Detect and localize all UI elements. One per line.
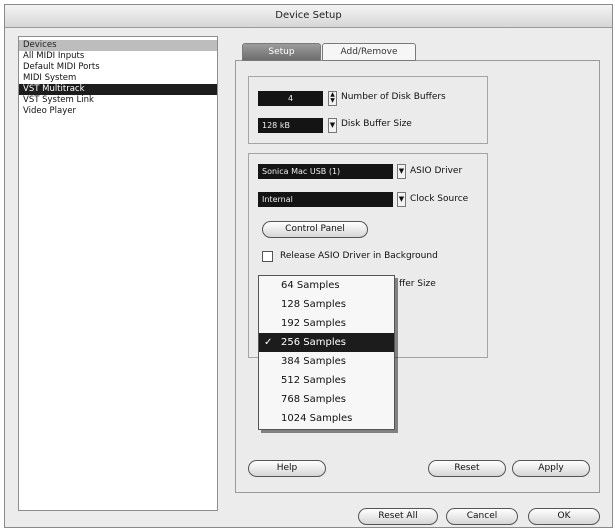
disk-buffer-group xyxy=(248,76,488,144)
cancel-button[interactable]: Cancel xyxy=(446,508,518,525)
buffer-option-label: 1024 Samples xyxy=(281,413,353,424)
device-item-midi-system[interactable]: MIDI System xyxy=(19,73,217,84)
buffer-option[interactable]: 384 Samples xyxy=(259,352,394,371)
device-item-default-midi-ports[interactable]: Default MIDI Ports xyxy=(19,62,217,73)
chevron-down-icon[interactable]: ▼ xyxy=(397,192,406,207)
buffer-size-popup[interactable]: 64 Samples 128 Samples 192 Samples ✓ 256… xyxy=(258,275,395,430)
reset-button[interactable]: Reset xyxy=(428,460,506,477)
buffer-option[interactable]: 1024 Samples xyxy=(259,409,394,428)
window-title: Device Setup xyxy=(5,5,612,28)
buffer-option[interactable]: 192 Samples xyxy=(259,314,394,333)
tab-setup[interactable]: Setup xyxy=(242,43,321,61)
buffer-option[interactable]: 768 Samples xyxy=(259,390,394,409)
apply-button[interactable]: Apply xyxy=(512,460,590,477)
buffer-option-selected[interactable]: ✓ 256 Samples xyxy=(259,333,394,352)
disk-buffers-label: Number of Disk Buffers xyxy=(341,92,446,102)
release-driver-checkbox[interactable] xyxy=(262,251,273,262)
clock-source-label: Clock Source xyxy=(410,194,469,204)
buffer-option[interactable]: 64 Samples xyxy=(259,276,394,295)
device-item-all-midi-inputs[interactable]: All MIDI Inputs xyxy=(19,51,217,62)
check-icon: ✓ xyxy=(264,337,273,348)
device-item-video-player[interactable]: Video Player xyxy=(19,106,217,117)
buffer-option-label: 64 Samples xyxy=(281,280,340,291)
release-driver-label: Release ASIO Driver in Background xyxy=(280,251,438,261)
buffer-option-label: 192 Samples xyxy=(281,318,346,329)
asio-driver-select[interactable]: Sonica Mac USB (1) xyxy=(258,164,393,179)
help-button[interactable]: Help xyxy=(248,460,326,477)
buffer-size-label: ffer Size xyxy=(399,279,436,289)
chevron-down-icon[interactable]: ▼ xyxy=(397,164,406,179)
reset-all-button[interactable]: Reset All xyxy=(358,508,438,525)
ok-button[interactable]: OK xyxy=(528,508,600,525)
disk-buffers-stepper[interactable]: ▲ ▼ xyxy=(328,91,337,106)
disk-buffer-size-label: Disk Buffer Size xyxy=(341,119,412,129)
clock-source-select[interactable]: Internal xyxy=(258,192,393,207)
buffer-option[interactable]: 128 Samples xyxy=(259,295,394,314)
tab-add-remove[interactable]: Add/Remove xyxy=(322,43,416,61)
device-item-vst-multitrack[interactable]: VST Multitrack xyxy=(19,84,217,95)
buffer-option-label: 128 Samples xyxy=(281,299,346,310)
disk-buffers-input[interactable]: 4 xyxy=(258,91,323,106)
buffer-option[interactable]: 512 Samples xyxy=(259,371,394,390)
chevron-down-icon[interactable]: ▼ xyxy=(328,118,337,133)
buffer-option-label: 256 Samples xyxy=(281,337,346,348)
asio-driver-label: ASIO Driver xyxy=(410,166,463,176)
device-item-vst-system-link[interactable]: VST System Link xyxy=(19,95,217,106)
buffer-option-label: 384 Samples xyxy=(281,356,346,367)
buffer-option-label: 768 Samples xyxy=(281,394,346,405)
buffer-option-label: 512 Samples xyxy=(281,375,346,386)
control-panel-button[interactable]: Control Panel xyxy=(262,221,368,238)
device-list-header: Devices xyxy=(19,40,217,51)
disk-buffer-size-select[interactable]: 128 kB xyxy=(258,118,323,133)
device-list[interactable]: Devices All MIDI Inputs Default MIDI Por… xyxy=(18,36,218,511)
